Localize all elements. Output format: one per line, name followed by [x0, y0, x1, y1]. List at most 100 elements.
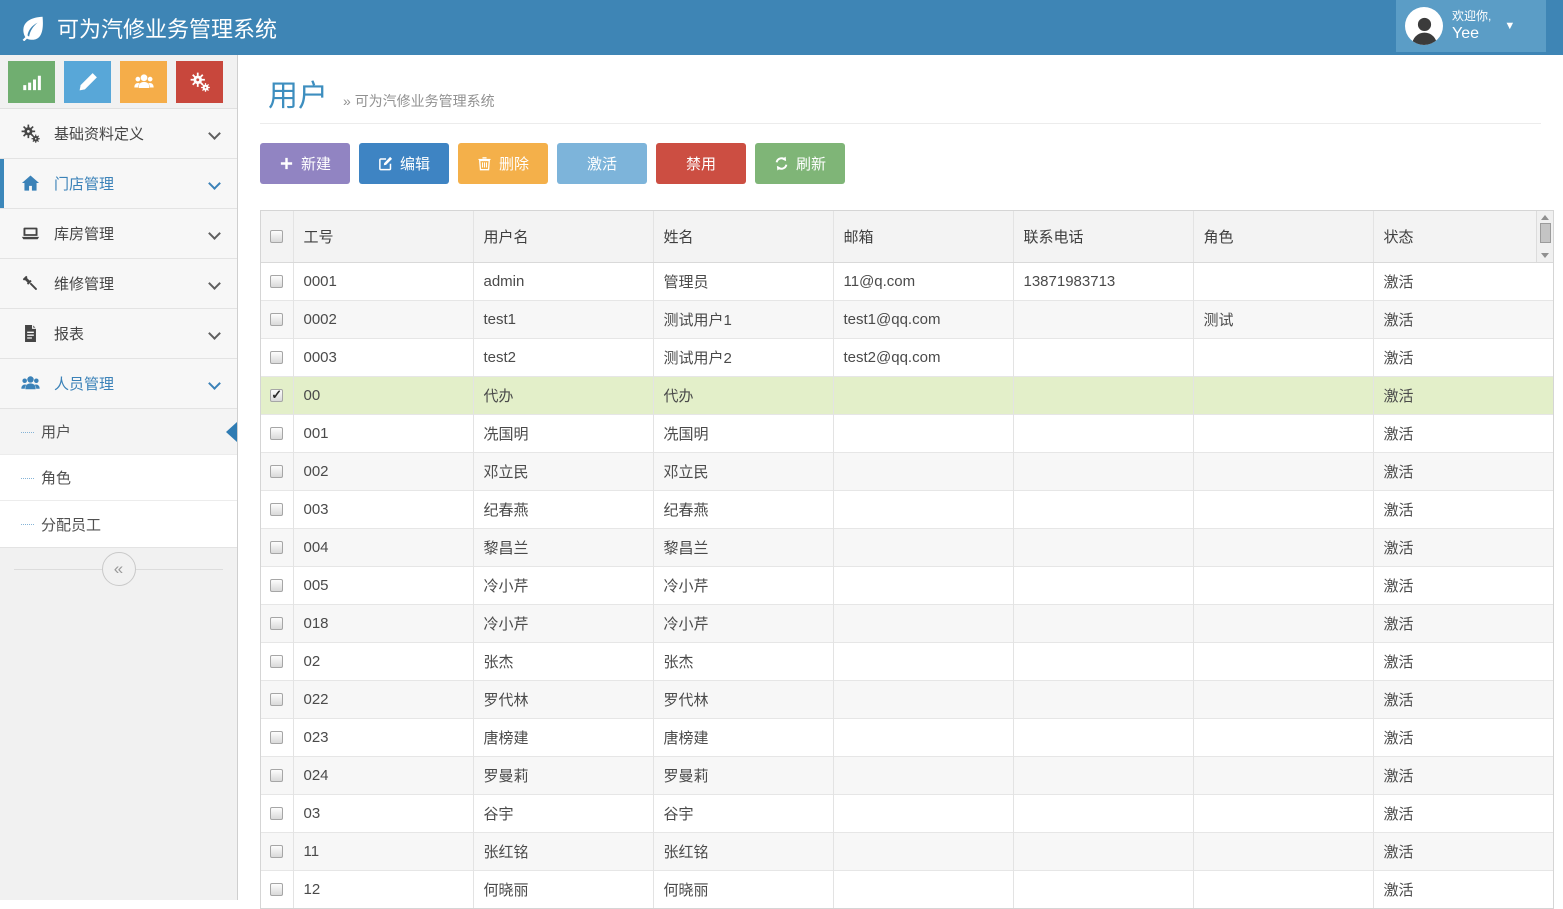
- scrollbar-thumb[interactable]: [1540, 223, 1551, 243]
- sidebar-item-1[interactable]: 门店管理: [0, 159, 237, 209]
- submenu-item-5-2[interactable]: 分配员工: [0, 501, 237, 547]
- column-header-status[interactable]: 状态: [1373, 211, 1553, 262]
- table-row[interactable]: 0001admin管理员11@q.com13871983713激活: [261, 262, 1553, 300]
- row-checkbox[interactable]: [270, 275, 283, 288]
- select-all-checkbox[interactable]: [270, 230, 283, 243]
- row-checkbox[interactable]: [270, 769, 283, 782]
- toolbar-button-label: 激活: [587, 153, 617, 174]
- table-row[interactable]: 0003test2测试用户2test2@qq.com激活: [261, 338, 1553, 376]
- cell-phone: [1013, 794, 1193, 832]
- row-checkbox[interactable]: [270, 579, 283, 592]
- row-checkbox[interactable]: [270, 655, 283, 668]
- chevron-down-icon: [208, 227, 221, 240]
- row-checkbox[interactable]: [270, 313, 283, 326]
- column-header-emp-no[interactable]: 工号: [293, 211, 473, 262]
- submenu-item-5-1[interactable]: 角色: [0, 455, 237, 501]
- row-checkbox[interactable]: [270, 807, 283, 820]
- table-row[interactable]: 005冷小芹冷小芹激活: [261, 566, 1553, 604]
- row-checkbox[interactable]: [270, 465, 283, 478]
- sidebar-item-2[interactable]: 库房管理: [0, 209, 237, 259]
- table-row[interactable]: 03谷宇谷宇激活: [261, 794, 1553, 832]
- row-checkbox[interactable]: [270, 389, 283, 402]
- submenu-item-label: 分配员工: [41, 514, 101, 535]
- row-checkbox[interactable]: [270, 731, 283, 744]
- breadcrumb[interactable]: » 可为汽修业务管理系统: [343, 91, 495, 111]
- row-checkbox-cell: [261, 832, 293, 870]
- row-checkbox[interactable]: [270, 693, 283, 706]
- disable-button[interactable]: 禁用: [656, 143, 746, 184]
- row-checkbox[interactable]: [270, 883, 283, 896]
- table-row[interactable]: 001冼国明冼国明激活: [261, 414, 1553, 452]
- column-header-phone[interactable]: 联系电话: [1013, 211, 1193, 262]
- chevron-down-icon: [208, 127, 221, 140]
- sidebar-collapse-button[interactable]: «: [102, 552, 136, 586]
- cell-status: 激活: [1373, 832, 1553, 870]
- row-checkbox[interactable]: [270, 845, 283, 858]
- user-grid: 工号用户名姓名邮箱联系电话角色状态 0001admin管理员11@q.com13…: [260, 210, 1554, 909]
- delete-button[interactable]: 删除: [458, 143, 548, 184]
- cell-username: test2: [473, 338, 653, 376]
- quick-button-chart[interactable]: [8, 61, 55, 103]
- toolbar-button-label: 新建: [301, 153, 331, 174]
- table-row[interactable]: 02张杰张杰激活: [261, 642, 1553, 680]
- sidebar-item-4[interactable]: 报表: [0, 309, 237, 359]
- cell-emp-no: 002: [293, 452, 473, 490]
- activate-button[interactable]: 激活: [557, 143, 647, 184]
- user-menu[interactable]: 欢迎你, Yee ▼: [1396, 0, 1546, 52]
- cell-emp-no: 00: [293, 376, 473, 414]
- scroll-down-icon[interactable]: [1541, 253, 1549, 258]
- cell-role: 测试: [1193, 300, 1373, 338]
- quick-button-users[interactable]: [120, 61, 167, 103]
- cell-name: 测试用户2: [653, 338, 833, 376]
- column-header-role[interactable]: 角色: [1193, 211, 1373, 262]
- scroll-up-icon[interactable]: [1541, 215, 1549, 220]
- row-checkbox[interactable]: [270, 427, 283, 440]
- cell-role: [1193, 452, 1373, 490]
- table-row[interactable]: 024罗曼莉罗曼莉激活: [261, 756, 1553, 794]
- table-row[interactable]: 018冷小芹冷小芹激活: [261, 604, 1553, 642]
- edit-button[interactable]: 编辑: [359, 143, 449, 184]
- table-row[interactable]: 11张红铭张红铭激活: [261, 832, 1553, 870]
- cell-email: 11@q.com: [833, 262, 1013, 300]
- create-button[interactable]: 新建: [260, 143, 350, 184]
- cell-emp-no: 018: [293, 604, 473, 642]
- quick-button-settings[interactable]: [176, 61, 223, 103]
- table-row[interactable]: 002邓立民邓立民激活: [261, 452, 1553, 490]
- row-checkbox-cell: [261, 490, 293, 528]
- table-row[interactable]: 022罗代林罗代林激活: [261, 680, 1553, 718]
- table-row[interactable]: 00代办代办激活: [261, 376, 1553, 414]
- table-row[interactable]: 003纪春燕纪春燕激活: [261, 490, 1553, 528]
- row-checkbox[interactable]: [270, 503, 283, 516]
- refresh-button[interactable]: 刷新: [755, 143, 845, 184]
- quick-button-edit[interactable]: [64, 61, 111, 103]
- table-row[interactable]: 023唐榜建唐榜建激活: [261, 718, 1553, 756]
- cell-name: 冷小芹: [653, 566, 833, 604]
- chevron-down-icon: [208, 277, 221, 290]
- cell-status: 激活: [1373, 566, 1553, 604]
- row-checkbox[interactable]: [270, 617, 283, 630]
- sidebar-item-label: 基础资料定义: [54, 123, 144, 144]
- sidebar-item-3[interactable]: 维修管理: [0, 259, 237, 309]
- cell-emp-no: 003: [293, 490, 473, 528]
- cell-name: 罗曼莉: [653, 756, 833, 794]
- cell-email: test2@qq.com: [833, 338, 1013, 376]
- cell-emp-no: 12: [293, 870, 473, 908]
- cell-emp-no: 001: [293, 414, 473, 452]
- breadcrumb-link[interactable]: 可为汽修业务管理系统: [355, 93, 495, 109]
- table-row[interactable]: 12何晓丽何晓丽激活: [261, 870, 1553, 908]
- sidebar-item-0[interactable]: 基础资料定义: [0, 109, 237, 159]
- cell-role: [1193, 870, 1373, 908]
- table-row[interactable]: 0002test1测试用户1test1@qq.com测试激活: [261, 300, 1553, 338]
- cell-status: 激活: [1373, 756, 1553, 794]
- sidebar-item-5[interactable]: 人员管理: [0, 359, 237, 409]
- row-checkbox[interactable]: [270, 541, 283, 554]
- column-header-username[interactable]: 用户名: [473, 211, 653, 262]
- row-checkbox[interactable]: [270, 351, 283, 364]
- cell-email: [833, 756, 1013, 794]
- column-header-name[interactable]: 姓名: [653, 211, 833, 262]
- column-header-email[interactable]: 邮箱: [833, 211, 1013, 262]
- table-row[interactable]: 004黎昌兰黎昌兰激活: [261, 528, 1553, 566]
- submenu-item-5-0[interactable]: 用户: [0, 409, 237, 455]
- cell-username: 黎昌兰: [473, 528, 653, 566]
- row-checkbox-cell: [261, 718, 293, 756]
